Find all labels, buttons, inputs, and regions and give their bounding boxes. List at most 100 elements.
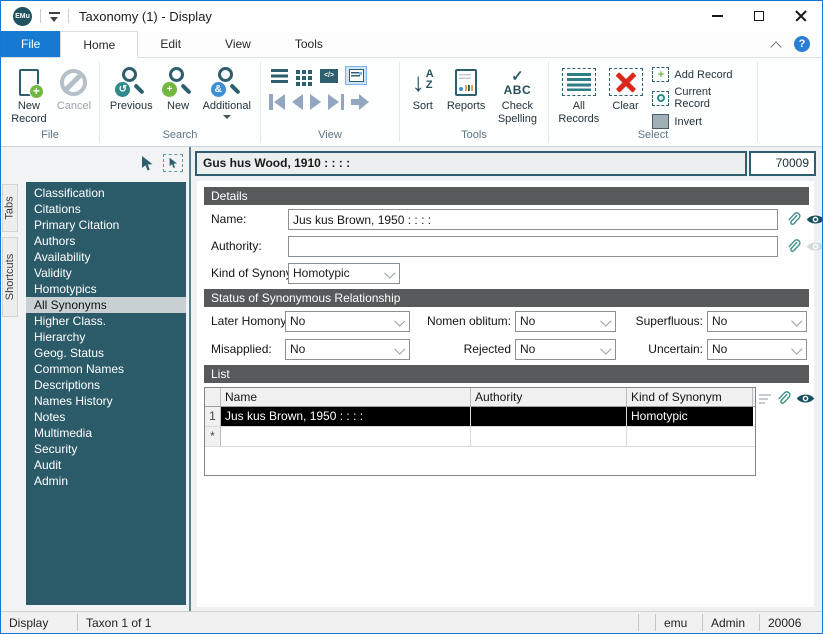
ribbon-group-label-file: File	[41, 129, 59, 141]
sidebar-item-citations[interactable]: Citations	[26, 201, 186, 217]
goto-record-button[interactable]	[351, 94, 369, 110]
sidebar-item-audit[interactable]: Audit	[26, 457, 186, 473]
new-record-button[interactable]: + New Record	[5, 61, 53, 125]
view-grid-icon[interactable]	[296, 69, 300, 74]
attachment-icon[interactable]	[785, 210, 802, 229]
search-previous-button[interactable]: ↺ Previous	[104, 61, 159, 113]
tab-home[interactable]: Home	[60, 31, 139, 58]
emu-logo-icon[interactable]: EMu	[13, 6, 32, 26]
previous-record-button[interactable]	[292, 94, 303, 110]
sidebar-item-authors[interactable]: Authors	[26, 233, 186, 249]
view-attachment-eye-icon[interactable]	[796, 392, 815, 405]
record-irn: 70009	[749, 151, 816, 176]
superfluous-select[interactable]: No	[707, 311, 807, 332]
sidebar-item-multimedia[interactable]: Multimedia	[26, 425, 186, 441]
invert-selection-icon	[652, 114, 670, 129]
quick-access-dropdown-icon[interactable]	[49, 11, 60, 22]
help-icon[interactable]: ?	[794, 36, 810, 52]
sidebar-item-hierarchy[interactable]: Hierarchy	[26, 329, 186, 345]
cursor-arrow-icon[interactable]	[140, 155, 155, 172]
record-pane: Gus hus Wood, 1910 : : : : 70009 Details…	[191, 147, 822, 611]
side-tab-tabs[interactable]: Tabs	[2, 184, 18, 232]
superfluous-label: Superfluous:	[635, 314, 703, 328]
select-invert-button[interactable]: Invert	[652, 114, 749, 129]
cell-name[interactable]: Jus kus Brown, 1950 : : : :	[221, 407, 471, 426]
select-all-records-button[interactable]: All Records	[553, 61, 605, 125]
column-header-name[interactable]: Name	[221, 388, 471, 406]
column-header-authority[interactable]: Authority	[471, 388, 627, 406]
kind-of-synonym-select[interactable]: Homotypic	[288, 263, 400, 284]
attachment-icon[interactable]	[785, 237, 802, 256]
misapplied-select[interactable]: No	[285, 339, 410, 360]
reports-button[interactable]: Reports	[441, 61, 490, 113]
cancel-icon	[60, 68, 88, 96]
search-new-button[interactable]: + New	[159, 61, 198, 113]
tab-file[interactable]: File	[1, 31, 61, 57]
first-record-button[interactable]	[269, 94, 285, 110]
column-header-kind[interactable]: Kind of Synonym	[627, 388, 753, 406]
minimize-button[interactable]	[696, 1, 738, 31]
later-homonym-select[interactable]: No	[285, 311, 410, 332]
last-record-button[interactable]	[328, 94, 344, 110]
sidebar-item-primary-citation[interactable]: Primary Citation	[26, 217, 186, 233]
maximize-button[interactable]	[738, 1, 780, 31]
sidebar-item-homotypics[interactable]: Homotypics	[26, 281, 186, 297]
tab-view[interactable]: View	[203, 31, 273, 57]
view-attachment-eye-icon[interactable]	[806, 213, 823, 226]
select-mode-icon[interactable]	[163, 154, 183, 172]
check-spelling-button[interactable]: ✓ ABC Check Spelling	[491, 61, 544, 125]
sidebar-item-admin[interactable]: Admin	[26, 473, 186, 489]
rejected-name-select[interactable]: No	[515, 339, 616, 360]
close-button[interactable]	[780, 1, 822, 31]
collapse-ribbon-icon[interactable]	[771, 40, 780, 49]
window-title: Taxonomy (1) - Display	[79, 8, 212, 24]
sidebar-item-common-names[interactable]: Common Names	[26, 361, 186, 377]
sidebar-item-notes[interactable]: Notes	[26, 409, 186, 425]
select-add-record-button[interactable]: + Add Record	[652, 67, 749, 82]
side-tab-shortcuts[interactable]: Shortcuts	[2, 237, 18, 317]
reports-icon	[455, 68, 478, 96]
ribbon-group-label-tools: Tools	[461, 129, 487, 141]
search-additional-button[interactable]: & Additional	[198, 61, 256, 123]
nomen-oblitum-label: Nomen oblitum:	[426, 314, 511, 328]
view-attachment-eye-icon-disabled	[806, 242, 822, 251]
sidebar-item-names-history[interactable]: Names History	[26, 393, 186, 409]
sidebar-item-geog-status[interactable]: Geog. Status	[26, 345, 186, 361]
app-window: EMu Taxonomy (1) - Display File Home Edi…	[0, 0, 823, 634]
table-new-row[interactable]: *	[205, 427, 755, 447]
table-row[interactable]: 1 Jus kus Brown, 1950 : : : : Homotypic	[205, 407, 755, 427]
cell-authority[interactable]	[471, 407, 627, 426]
tab-tools[interactable]: Tools	[273, 31, 345, 57]
sidebar-item-availability[interactable]: Availability	[26, 249, 186, 265]
sidebar-item-classification[interactable]: Classification	[26, 185, 186, 201]
sidebar-item-higher-class[interactable]: Higher Class.	[26, 313, 186, 329]
sidebar-item-all-synonyms[interactable]: All Synonyms	[26, 297, 186, 313]
maximize-icon	[754, 11, 764, 21]
attachment-icon[interactable]	[775, 389, 792, 408]
sidebar-item-security[interactable]: Security	[26, 441, 186, 457]
select-current-record-button[interactable]: Current Record	[652, 86, 749, 110]
sidebar-item-descriptions[interactable]: Descriptions	[26, 377, 186, 393]
sort-button[interactable]: ↓ AZ Sort	[404, 61, 441, 113]
search-previous-icon: ↺	[115, 66, 147, 98]
tab-edit[interactable]: Edit	[138, 31, 203, 57]
record-summary: Gus hus Wood, 1910 : : : :	[195, 151, 747, 176]
cancel-button[interactable]: Cancel	[53, 61, 95, 113]
synonym-table[interactable]: Name Authority Kind of Synonym 1 Jus kus…	[204, 387, 756, 476]
module-tab-list: Classification Citations Primary Citatio…	[26, 182, 186, 605]
nomen-oblitum-select[interactable]: No	[515, 311, 616, 332]
left-pane: Tabs Shortcuts Classification Citations …	[1, 147, 190, 611]
name-label: Name:	[211, 212, 247, 226]
ribbon-tab-bar: File Home Edit View Tools ?	[1, 31, 822, 58]
view-code-icon[interactable]: </>	[320, 68, 338, 83]
view-list-icon[interactable]	[271, 68, 288, 83]
select-clear-button[interactable]: Clear	[605, 61, 647, 113]
cell-kind[interactable]: Homotypic	[627, 407, 753, 426]
sidebar-item-validity[interactable]: Validity	[26, 265, 186, 281]
name-input[interactable]	[288, 209, 778, 230]
next-record-button[interactable]	[310, 94, 321, 110]
authority-input[interactable]	[288, 236, 778, 257]
view-details-icon[interactable]	[345, 66, 367, 85]
tab-page-all-synonyms: Details Name: Authority:	[197, 181, 822, 607]
uncertain-select[interactable]: No	[707, 339, 807, 360]
